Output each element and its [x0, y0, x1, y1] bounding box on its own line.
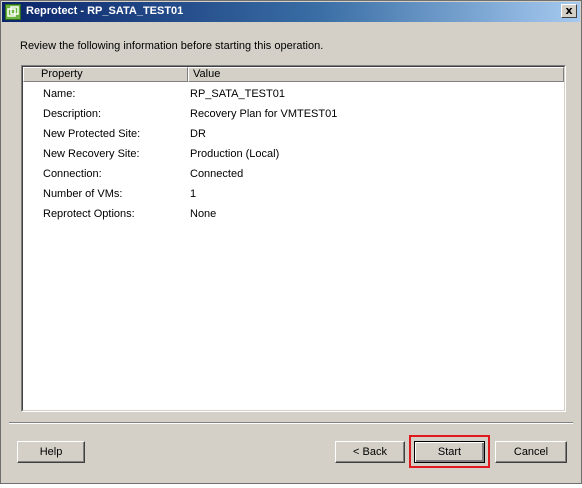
property-cell: Connection:	[43, 168, 102, 180]
start-button[interactable]: Start	[414, 441, 485, 463]
table-row[interactable]: Name: RP_SATA_TEST01	[23, 84, 564, 104]
reprotect-dialog: Reprotect - RP_SATA_TEST01 x Review the …	[0, 0, 582, 484]
instruction-text: Review the following information before …	[20, 40, 324, 52]
value-cell: DR	[190, 128, 206, 140]
window-title: Reprotect - RP_SATA_TEST01	[26, 5, 184, 17]
table-row[interactable]: Number of VMs: 1	[23, 184, 564, 204]
column-header-value[interactable]: Value	[188, 67, 564, 82]
list-rows: Name: RP_SATA_TEST01 Description: Recove…	[23, 84, 564, 224]
property-cell: Number of VMs:	[43, 188, 123, 200]
column-header-property[interactable]: Property	[23, 67, 188, 82]
property-cell: New Protected Site:	[43, 128, 141, 140]
help-button[interactable]: Help	[17, 441, 85, 463]
value-cell: Production (Local)	[190, 148, 280, 160]
cancel-button[interactable]: Cancel	[495, 441, 567, 463]
value-cell: 1	[190, 188, 197, 200]
table-row[interactable]: Reprotect Options: None	[23, 204, 564, 224]
vmware-icon	[5, 4, 21, 20]
table-row[interactable]: Description: Recovery Plan for VMTEST01	[23, 104, 564, 124]
value-cell: Connected	[190, 168, 244, 180]
table-row[interactable]: New Protected Site: DR	[23, 124, 564, 144]
close-icon: x	[565, 4, 573, 17]
back-button[interactable]: < Back	[335, 441, 405, 463]
table-row[interactable]: Connection: Connected	[23, 164, 564, 184]
button-separator	[9, 422, 573, 424]
value-cell: RP_SATA_TEST01	[190, 88, 285, 100]
close-button[interactable]: x	[561, 4, 577, 18]
property-cell: Description:	[43, 108, 102, 120]
value-cell: Recovery Plan for VMTEST01	[190, 108, 338, 120]
list-header: Property Value	[23, 67, 564, 82]
title-bar[interactable]: Reprotect - RP_SATA_TEST01 x	[2, 2, 580, 22]
value-cell: None	[190, 208, 217, 220]
summary-list[interactable]: Property Value Name: RP_SATA_TEST01 Desc…	[21, 65, 566, 412]
property-cell: New Recovery Site:	[43, 148, 140, 160]
table-row[interactable]: New Recovery Site: Production (Local)	[23, 144, 564, 164]
property-cell: Name:	[43, 88, 76, 100]
property-cell: Reprotect Options:	[43, 208, 135, 220]
